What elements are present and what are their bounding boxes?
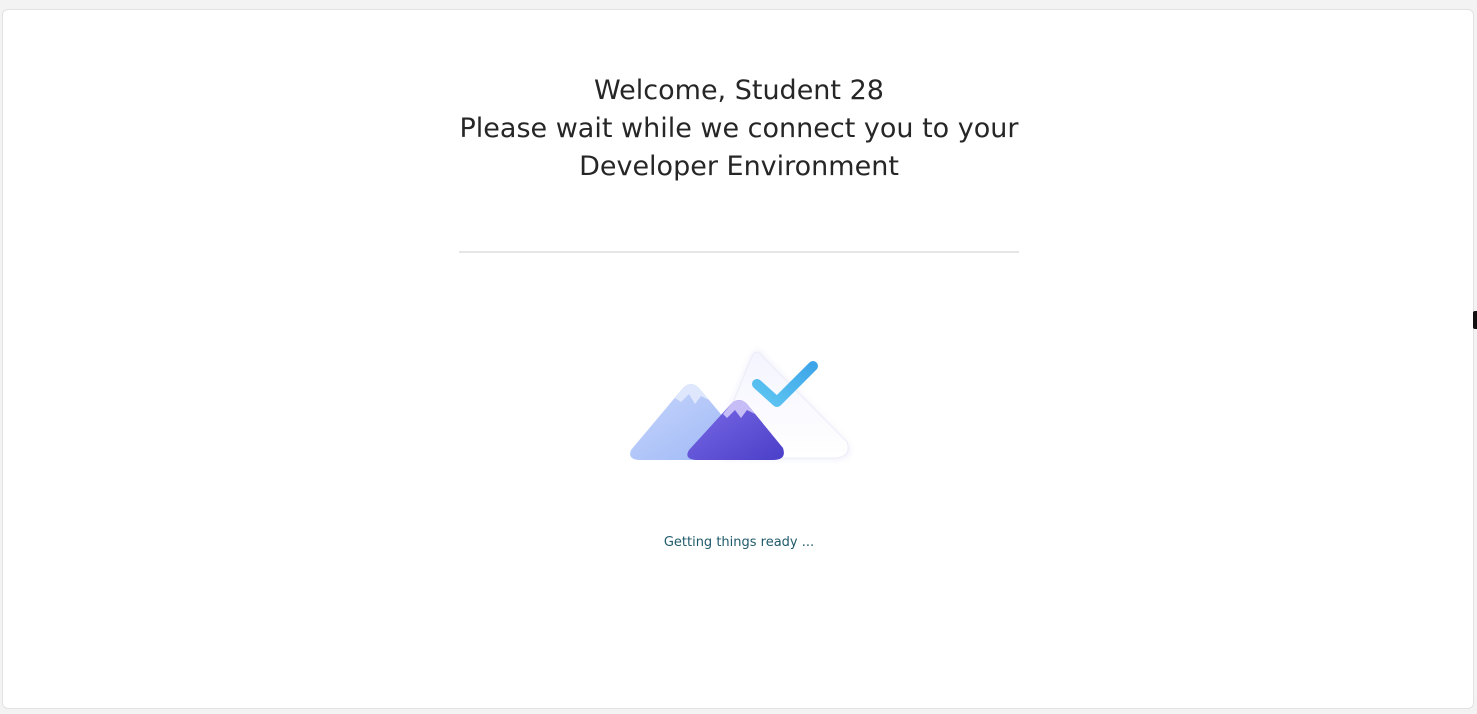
- welcome-line: Welcome, Student 28: [594, 75, 884, 106]
- app-window: Welcome, Student 28 Please wait while we…: [2, 9, 1474, 709]
- divider: [459, 251, 1019, 253]
- scrollbar-handle[interactable]: [1473, 311, 1477, 329]
- mountains-checkmark-icon: [623, 332, 873, 482]
- wait-message-line: Please wait while we connect you to your: [459, 113, 1019, 144]
- page-title: Welcome, Student 28 Please wait while we…: [3, 72, 1475, 186]
- environment-line: Developer Environment: [579, 151, 899, 182]
- status-text: Getting things ready ...: [663, 535, 815, 550]
